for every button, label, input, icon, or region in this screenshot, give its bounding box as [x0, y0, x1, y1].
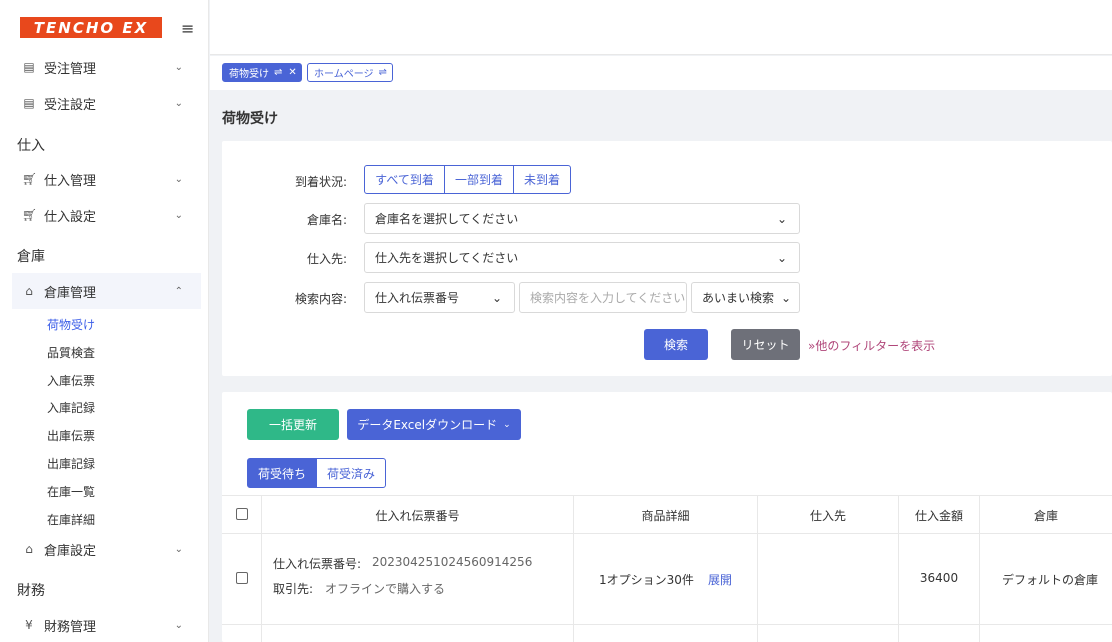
supplier-label: 仕入先:: [306, 252, 347, 266]
sidebar-item-label: 財務管理: [44, 619, 97, 635]
chevron-up-icon: ⌃: [174, 285, 183, 297]
table-row-divider: [222, 624, 1112, 625]
slip-no-value: 20230425102456091425­6: [372, 555, 533, 569]
sidebar-item-label: 受注管理: [44, 61, 97, 77]
expand-link[interactable]: 展開: [708, 571, 732, 588]
supplier-select[interactable]: 仕入先を選択してください ⌄: [364, 242, 800, 273]
page-title: 荷物受け: [222, 111, 278, 127]
sidebar-item-label: 倉庫設定: [44, 543, 97, 559]
clipboard-gear-icon: ▤: [23, 96, 35, 110]
warehouse-select-value: 倉庫名を選択してください: [375, 212, 519, 226]
sidebar-item-purchase-management[interactable]: 🛒︎ 仕入管理 ⌄: [12, 161, 201, 197]
match-mode-value: あいまい検索: [702, 291, 775, 305]
column-header-supplier[interactable]: 仕入先: [758, 496, 898, 534]
tag-homepage[interactable]: ホームページ ⇌: [307, 63, 393, 82]
more-filters-link[interactable]: »他のフィルターを表示: [808, 337, 935, 354]
tag-receiving[interactable]: 荷物受け ⇌ ✕: [222, 63, 302, 82]
product-detail: 1オプション30件: [599, 573, 694, 587]
chevron-down-icon: ⌄: [174, 173, 183, 185]
search-button[interactable]: 検索: [644, 329, 708, 360]
yen-coin-icon: ¥: [25, 618, 33, 632]
sidebar-subitem-stock-detail[interactable]: 在庫詳細: [47, 511, 95, 528]
warehouse-value: デフォルトの倉庫: [1001, 573, 1098, 587]
clipboard-icon: ▤: [23, 60, 35, 74]
sidebar-item-purchase-settings[interactable]: 🛒︎ 仕入設定 ⌄: [12, 197, 201, 233]
chevron-down-icon: ⌄: [174, 543, 183, 555]
chevron-down-icon: ⌄: [174, 97, 183, 109]
slip-no-label: 仕入れ伝票番号:: [273, 557, 362, 571]
sidebar-item-warehouse-management[interactable]: ⌂ 倉庫管理 ⌃: [12, 273, 201, 309]
sidebar-section-purchase: 仕入: [17, 138, 45, 154]
top-header: [210, 0, 1112, 55]
tab-received[interactable]: 荷受済み: [316, 458, 386, 488]
sidebar-item-label: 仕入設定: [44, 209, 97, 225]
partner-label: 取引先:: [273, 582, 314, 596]
excel-download-label: データExcelダウンロード: [357, 418, 498, 432]
row-checkbox[interactable]: [236, 572, 248, 584]
sidebar-item-label: 受注設定: [44, 97, 97, 113]
sidebar-subitem-receiving[interactable]: 荷物受け: [47, 316, 95, 333]
sidebar-subitem-outbound-record[interactable]: 出庫記録: [47, 455, 95, 472]
excel-download-button[interactable]: データExcelダウンロード ⌄: [347, 409, 521, 440]
sidebar-item-order-settings[interactable]: ▤ 受注設定 ⌄: [12, 85, 201, 121]
column-header-amount[interactable]: 仕入金額: [899, 496, 979, 534]
close-icon[interactable]: ✕: [288, 67, 296, 78]
search-content-label: 検索内容:: [294, 292, 347, 306]
chevron-down-icon: ⌄: [776, 211, 787, 226]
search-field-select[interactable]: 仕入れ伝票番号 ⌄: [364, 282, 515, 313]
sidebar-subitem-inbound-record[interactable]: 入庫記録: [47, 399, 95, 416]
brand-logo[interactable]: TENCHO EX: [20, 17, 162, 38]
sidebar: TENCHO EX ≡ ▤ 受注管理 ⌄ ▤ 受注設定 ⌄ 仕入 🛒︎ 仕入管理…: [0, 0, 209, 642]
sidebar-item-label: 仕入管理: [44, 173, 97, 189]
sidebar-subitem-quality-check[interactable]: 品質検査: [47, 344, 95, 361]
warehouse-label: 倉庫名:: [306, 213, 347, 227]
arrival-partial-button[interactable]: 一部到着: [444, 165, 514, 194]
bulk-update-button[interactable]: 一括更新: [247, 409, 339, 440]
swap-icon: ⇌: [378, 67, 387, 78]
search-field-value: 仕入れ伝票番号: [375, 291, 460, 305]
supplier-select-value: 仕入先を選択してください: [375, 251, 519, 265]
chevron-down-icon: ⌄: [174, 209, 183, 221]
tag-label: ホームページ: [314, 69, 374, 80]
sidebar-item-warehouse-settings[interactable]: ⌂ 倉庫設定 ⌄: [12, 531, 201, 567]
chevron-down-icon: ⌄: [174, 619, 183, 631]
swap-icon: ⇌: [274, 67, 283, 78]
cart-icon: 🛒︎: [22, 172, 38, 186]
tag-label: 荷物受け: [229, 69, 269, 80]
sidebar-item-finance-management[interactable]: ¥ 財務管理 ⌄: [12, 607, 201, 642]
sidebar-section-warehouse: 倉庫: [17, 249, 45, 265]
column-header-product-detail[interactable]: 商品詳細: [574, 496, 757, 534]
warehouse-select[interactable]: 倉庫名を選択してください ⌄: [364, 203, 800, 234]
sidebar-subitem-outbound-slip[interactable]: 出庫伝票: [47, 427, 95, 444]
sidebar-section-finance: 財務: [17, 583, 45, 599]
warehouse-gear-icon: ⌂: [25, 542, 33, 556]
chevron-down-icon: ⌄: [776, 250, 787, 265]
chevron-down-icon: ⌄: [491, 290, 502, 305]
menu-toggle-icon[interactable]: ≡: [181, 19, 194, 38]
amount-value: 36400: [919, 571, 959, 585]
chevron-down-icon: ⌄: [174, 61, 183, 73]
chevron-down-icon: ⌄: [780, 290, 791, 305]
tab-awaiting[interactable]: 荷受待ち: [247, 458, 317, 488]
sidebar-subitem-inbound-slip[interactable]: 入庫伝票: [47, 372, 95, 389]
select-all-checkbox[interactable]: [236, 508, 248, 520]
match-mode-select[interactable]: あいまい検索 ⌄: [691, 282, 800, 313]
sidebar-item-label: 倉庫管理: [44, 285, 97, 301]
chevron-down-icon: ⌄: [503, 419, 511, 430]
partner-value: オフラインで購入する: [325, 582, 446, 596]
search-input[interactable]: 検索内容を入力してください: [519, 282, 687, 313]
cart-gear-icon: 🛒︎: [22, 208, 38, 222]
column-header-slip-no[interactable]: 仕入れ伝票番号: [262, 496, 573, 534]
sidebar-item-order-management[interactable]: ▤ 受注管理 ⌄: [12, 49, 201, 85]
arrival-status-label: 到着状況:: [294, 175, 347, 189]
reset-button[interactable]: リセット: [731, 329, 800, 360]
arrival-all-button[interactable]: すべて到着: [364, 165, 445, 194]
warehouse-icon: ⌂: [25, 284, 33, 298]
sidebar-subitem-stock-list[interactable]: 在庫一覧: [47, 483, 95, 500]
column-header-warehouse[interactable]: 倉庫: [980, 496, 1112, 534]
arrival-none-button[interactable]: 未到着: [513, 165, 571, 194]
